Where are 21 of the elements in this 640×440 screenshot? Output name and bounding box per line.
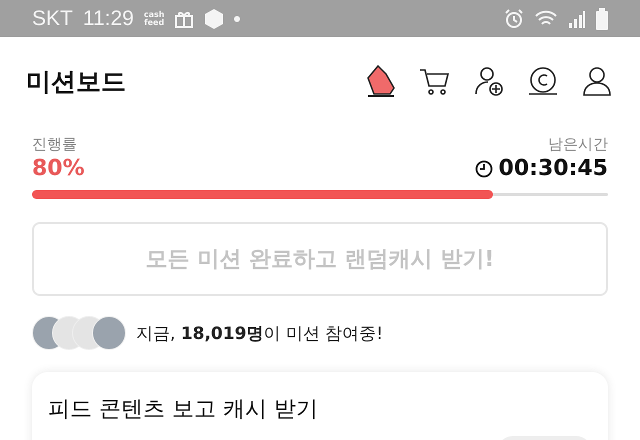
add-user-icon[interactable] bbox=[472, 64, 506, 98]
page-title: 미션보드 bbox=[26, 66, 126, 98]
coin-icon[interactable] bbox=[526, 64, 560, 98]
remaining-time: 00:30:45 bbox=[498, 156, 608, 181]
mission-card[interactable]: 피드 콘텐츠 보고 캐시 받기 bbox=[32, 372, 608, 440]
signal-icon bbox=[568, 8, 586, 28]
progress-value: 80% bbox=[32, 156, 85, 181]
status-time: 11:29 bbox=[82, 6, 134, 30]
battery-icon bbox=[596, 8, 608, 30]
alarm-icon bbox=[504, 8, 524, 28]
clock-icon bbox=[474, 160, 493, 178]
dot-icon bbox=[234, 16, 240, 22]
hexagon-icon bbox=[204, 8, 224, 30]
participants-text: 지금, 18,019명이 미션 참여중! bbox=[136, 322, 384, 344]
user-icon[interactable] bbox=[580, 64, 614, 98]
app-logo: cash feed bbox=[144, 10, 164, 26]
carrier-label: SKT bbox=[32, 6, 73, 30]
time-label: 남은시간 bbox=[548, 135, 608, 154]
progress-label: 진행률 bbox=[32, 135, 77, 154]
avatar bbox=[92, 316, 126, 350]
mission-title: 피드 콘텐츠 보고 캐시 받기 bbox=[48, 396, 319, 424]
